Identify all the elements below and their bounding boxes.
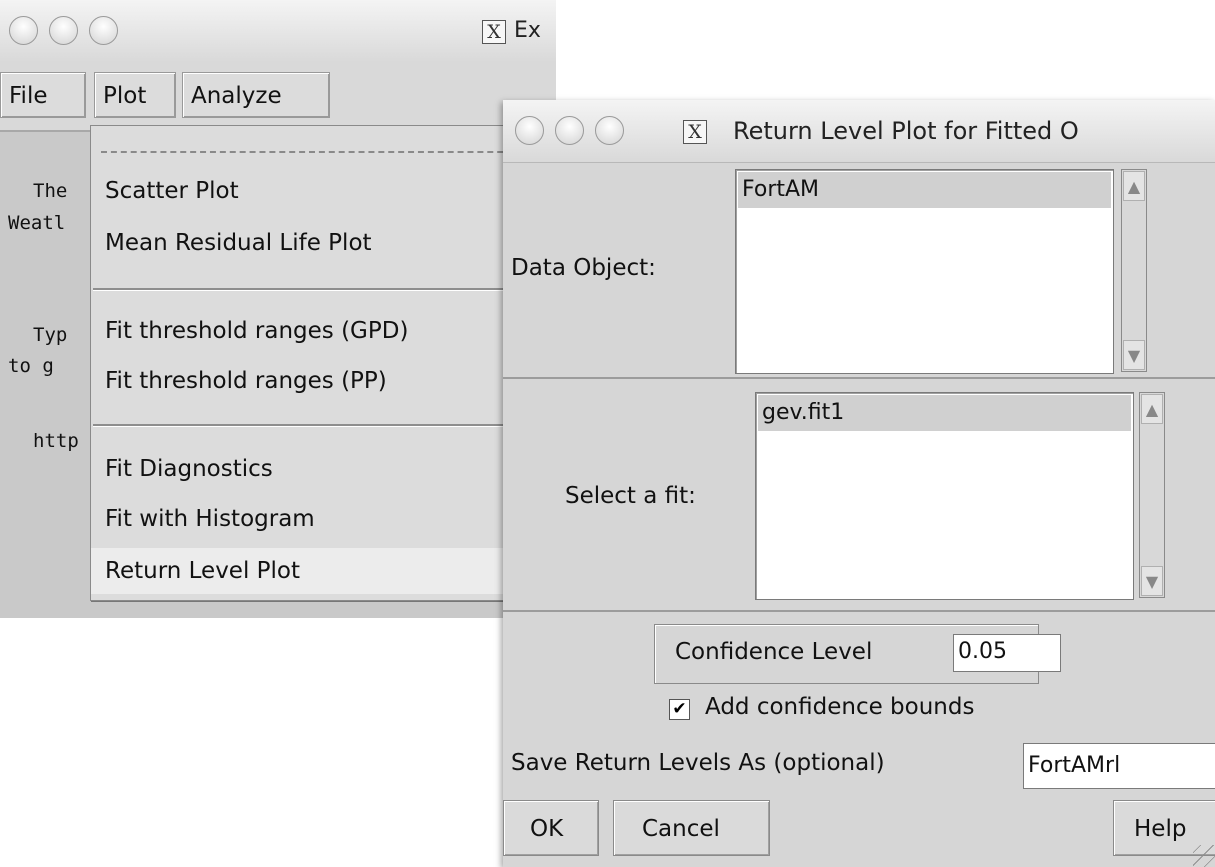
- confidence-level-label: Confidence Level: [675, 639, 873, 665]
- scroll-down-arrow-icon[interactable]: ▼: [1123, 340, 1145, 370]
- select-fit-scrollbar[interactable]: ▲ ▼: [1139, 392, 1165, 598]
- select-fit-label: Select a fit:: [565, 483, 696, 509]
- menu-separator: [93, 288, 529, 291]
- menu-tearoff-line[interactable]: [101, 151, 523, 153]
- select-fit-section: Select a fit: gev.fit1 ▲ ▼: [503, 380, 1215, 612]
- return-level-plot-dialog: X Return Level Plot for Fitted O Data Ob…: [503, 100, 1215, 867]
- confidence-level-input[interactable]: 0.05: [953, 634, 1061, 672]
- list-item[interactable]: gev.fit1: [758, 395, 1131, 431]
- menu-analyze[interactable]: Analyze: [182, 72, 330, 118]
- confidence-level-group: Confidence Level 0.05: [654, 624, 1061, 684]
- cancel-button[interactable]: Cancel: [613, 800, 770, 856]
- zoom-window-icon[interactable]: [89, 16, 118, 45]
- list-item[interactable]: FortAM: [738, 172, 1111, 208]
- scroll-down-arrow-icon[interactable]: ▼: [1141, 566, 1163, 596]
- menu-item-scatter-plot[interactable]: Scatter Plot: [91, 168, 531, 214]
- menu-item-return-level-plot[interactable]: Return Level Plot: [91, 548, 531, 594]
- menu-file[interactable]: File: [0, 72, 86, 118]
- resize-grip-icon[interactable]: [1193, 845, 1215, 867]
- confidence-bounds-label: Add confidence bounds: [705, 694, 975, 720]
- dialog-title: Return Level Plot for Fitted O: [733, 117, 1079, 145]
- x11-icon: X: [683, 120, 707, 144]
- data-object-label: Data Object:: [511, 255, 656, 281]
- dialog-titlebar[interactable]: X Return Level Plot for Fitted O: [503, 100, 1215, 163]
- console-line: http: [33, 430, 79, 452]
- zoom-window-icon[interactable]: [595, 116, 624, 145]
- console-line: to g: [8, 355, 54, 377]
- menu-item-fit-threshold-pp[interactable]: Fit threshold ranges (PP): [91, 358, 531, 404]
- window-title: Ex: [514, 18, 541, 43]
- console-line: The: [33, 180, 68, 202]
- menu-plot[interactable]: Plot: [94, 72, 176, 118]
- menu-item-fit-with-histogram[interactable]: Fit with Histogram: [91, 496, 531, 542]
- menu-item-mean-residual-life-plot[interactable]: Mean Residual Life Plot: [91, 220, 531, 266]
- menu-item-fit-diagnostics[interactable]: Fit Diagnostics: [91, 446, 531, 492]
- minimize-window-icon[interactable]: [555, 116, 584, 145]
- data-object-listbox[interactable]: FortAM: [735, 169, 1114, 374]
- save-return-levels-input[interactable]: FortAMrl: [1023, 743, 1215, 789]
- close-window-icon[interactable]: [9, 16, 38, 45]
- data-object-scrollbar[interactable]: ▲ ▼: [1121, 169, 1147, 372]
- menu-item-fit-threshold-gpd[interactable]: Fit threshold ranges (GPD): [91, 308, 531, 354]
- ok-button[interactable]: OK: [503, 800, 599, 856]
- main-titlebar[interactable]: X Ex: [0, 0, 556, 63]
- data-object-section: Data Object: FortAM ▲ ▼: [503, 162, 1215, 379]
- x11-icon: X: [482, 20, 506, 44]
- minimize-window-icon[interactable]: [49, 16, 78, 45]
- scroll-up-arrow-icon[interactable]: ▲: [1141, 394, 1163, 424]
- console-line: Typ: [33, 324, 68, 346]
- close-window-icon[interactable]: [515, 116, 544, 145]
- plot-dropdown-menu: Scatter Plot Mean Residual Life Plot Fit…: [90, 125, 532, 601]
- menubar: File Plot Analyze: [0, 62, 556, 132]
- console-line: Weatl: [8, 212, 66, 234]
- scroll-up-arrow-icon[interactable]: ▲: [1123, 171, 1145, 201]
- select-fit-listbox[interactable]: gev.fit1: [755, 392, 1134, 600]
- menu-separator: [93, 424, 529, 427]
- save-return-levels-label: Save Return Levels As (optional): [511, 750, 885, 776]
- confidence-bounds-checkbox[interactable]: ✔: [669, 699, 690, 720]
